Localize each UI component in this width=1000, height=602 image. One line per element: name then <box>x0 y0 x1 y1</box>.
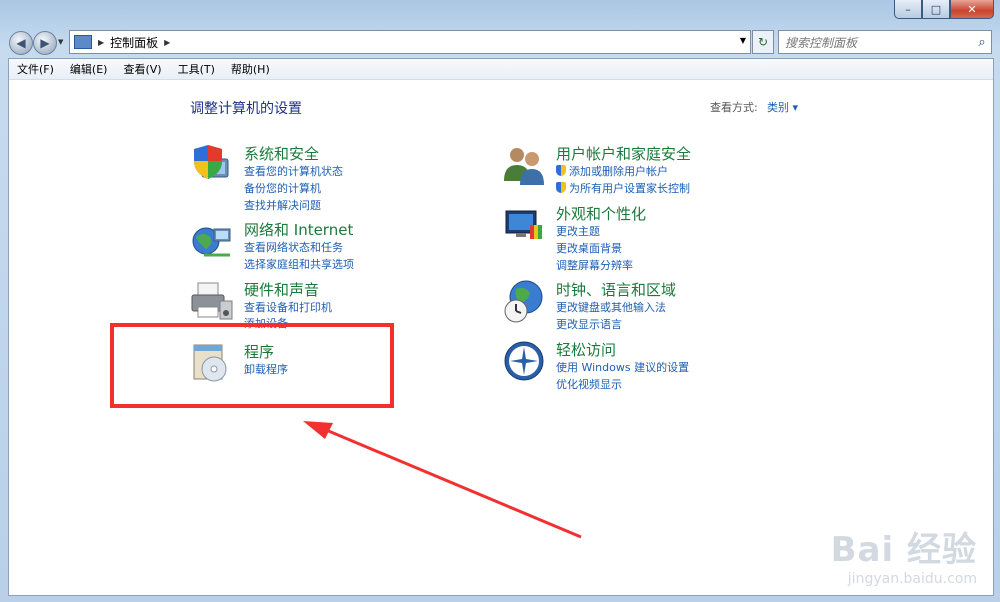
recent-pages-dropdown[interactable]: ▼ <box>58 38 63 46</box>
control-panel-icon <box>74 35 92 49</box>
breadcrumb-control-panel[interactable]: 控制面板 <box>110 34 158 51</box>
refresh-button[interactable]: ↻ <box>752 30 774 54</box>
address-dropdown-icon[interactable]: ▼ <box>740 36 746 45</box>
annotation-arrow-line <box>318 425 582 539</box>
watermark-brand: Bai 经验 <box>830 530 977 570</box>
maximize-button[interactable]: □ <box>922 0 950 19</box>
address-bar[interactable]: ▶ 控制面板 ▶ ▼ <box>69 30 751 54</box>
back-arrow-icon: ◀ <box>16 36 26 50</box>
search-input[interactable]: 搜索控制面板 <box>785 34 973 51</box>
back-button[interactable]: ◀ <box>9 31 33 55</box>
search-box[interactable]: 搜索控制面板 ⌕ <box>778 30 992 54</box>
search-icon[interactable]: ⌕ <box>973 35 991 50</box>
breadcrumb-separator-icon[interactable]: ▶ <box>98 38 104 47</box>
annotation-arrowhead <box>303 421 333 439</box>
refresh-icon: ↻ <box>757 35 769 49</box>
watermark: Bai 经验 jingyan.baidu.com <box>831 522 977 587</box>
window-controls: – □ ✕ <box>894 0 994 19</box>
window-frame: – □ ✕ ◀ ▶ ▼ ▶ 控制面板 ▶ ▼ ↻ 搜索控制面板 ⌕ 文件(F) … <box>0 0 1000 602</box>
content-area: 文件(F) 编辑(E) 查看(V) 工具(T) 帮助(H) 调整计算机的设置 查… <box>8 58 994 596</box>
close-button[interactable]: ✕ <box>950 0 994 19</box>
watermark-url: jingyan.baidu.com <box>847 571 977 587</box>
breadcrumb-separator-icon[interactable]: ▶ <box>164 38 170 47</box>
annotation-arrow <box>303 421 582 539</box>
forward-button[interactable]: ▶ <box>33 31 57 55</box>
navigation-bar: ◀ ▶ ▼ ▶ 控制面板 ▶ ▼ ↻ 搜索控制面板 ⌕ <box>0 26 1000 56</box>
forward-arrow-icon: ▶ <box>40 36 50 50</box>
minimize-button[interactable]: – <box>894 0 922 19</box>
title-bar[interactable]: – □ ✕ <box>0 0 1000 26</box>
